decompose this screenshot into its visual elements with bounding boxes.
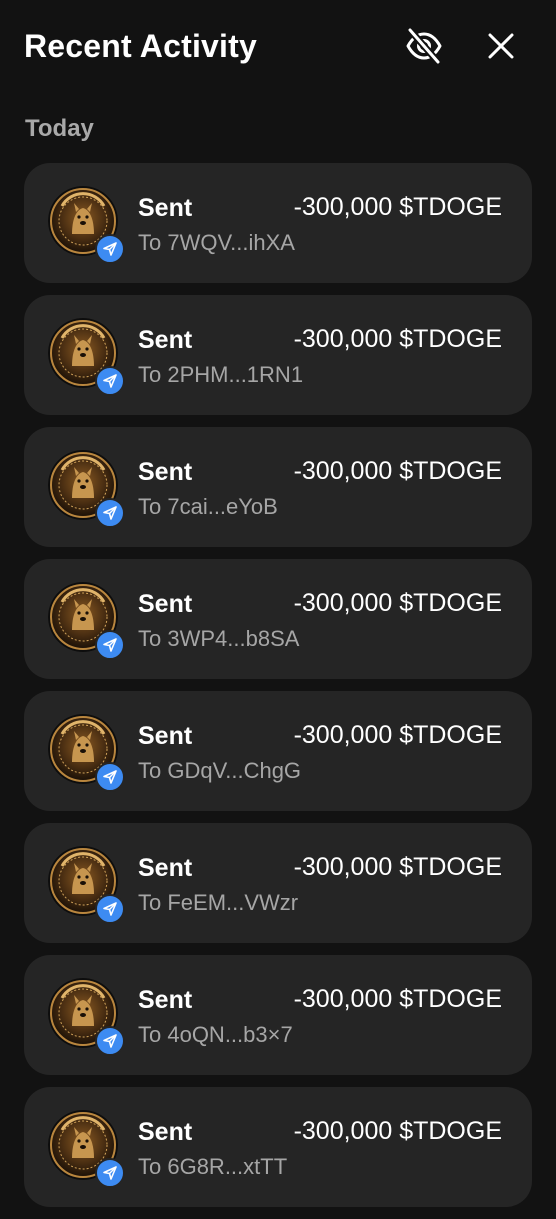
activity-item[interactable]: Sent -300,000 $TDOGE To 7WQV...ihXA	[24, 163, 532, 283]
transaction-amount: -300,000 $TDOGE	[293, 853, 502, 881]
recipient-address: To 4oQN...b3×7	[138, 1022, 293, 1047]
recipient-address: To 7cai...eYoB	[138, 494, 278, 519]
activity-item[interactable]: Sent -300,000 $TDOGE To 4oQN...b3×7	[24, 955, 532, 1075]
eye-off-icon	[406, 26, 442, 66]
transaction-amount: -300,000 $TDOGE	[293, 721, 502, 749]
recipient-address: To FeEM...VWzr	[138, 890, 299, 915]
recipient-address: To 2PHM...1RN1	[138, 362, 304, 387]
activity-item[interactable]: Sent -300,000 $TDOGE To 2PHM...1RN1	[24, 295, 532, 415]
transaction-type: Sent	[138, 986, 193, 1014]
transaction-amount: -300,000 $TDOGE	[293, 193, 502, 221]
transaction-type: Sent	[138, 1118, 193, 1146]
activity-item[interactable]: Sent -300,000 $TDOGE To GDqV...ChgG	[24, 691, 532, 811]
recipient-address: To 3WP4...b8SA	[138, 626, 300, 651]
transaction-type: Sent	[138, 458, 193, 486]
transaction-type: Sent	[138, 194, 193, 222]
transaction-amount: -300,000 $TDOGE	[293, 325, 502, 353]
transaction-amount: -300,000 $TDOGE	[293, 985, 502, 1013]
header: Recent Activity	[0, 0, 556, 96]
transaction-type: Sent	[138, 326, 193, 354]
paper-plane-icon	[103, 1166, 117, 1180]
send-badge	[95, 630, 125, 660]
send-badge	[95, 894, 125, 924]
activity-list: Sent -300,000 $TDOGE To 7WQV...ihXA Sent…	[24, 163, 532, 1219]
activity-item[interactable]: Sent -300,000 $TDOGE To 7cai...eYoB	[24, 427, 532, 547]
paper-plane-icon	[103, 506, 117, 520]
activity-item[interactable]: Sent -300,000 $TDOGE To 6G8R...xtTT	[24, 1087, 532, 1207]
transaction-amount: -300,000 $TDOGE	[293, 457, 502, 485]
recipient-address: To 7WQV...ihXA	[138, 230, 295, 255]
transaction-type: Sent	[138, 590, 193, 618]
transaction-amount: -300,000 $TDOGE	[293, 589, 502, 617]
transaction-type: Sent	[138, 854, 193, 882]
hide-balance-button[interactable]	[402, 24, 446, 68]
send-badge	[95, 1026, 125, 1056]
activity-item[interactable]: Sent -300,000 $TDOGE To 3WP4...b8SA	[24, 559, 532, 679]
send-badge	[95, 498, 125, 528]
close-button[interactable]	[479, 24, 523, 68]
recipient-address: To GDqV...ChgG	[138, 758, 302, 783]
transaction-amount: -300,000 $TDOGE	[293, 1117, 502, 1145]
paper-plane-icon	[103, 902, 117, 916]
paper-plane-icon	[103, 770, 117, 784]
paper-plane-icon	[103, 638, 117, 652]
paper-plane-icon	[103, 242, 117, 256]
page-title: Recent Activity	[24, 28, 257, 64]
recipient-address: To 6G8R...xtTT	[138, 1154, 288, 1179]
transaction-type: Sent	[138, 722, 193, 750]
paper-plane-icon	[103, 1034, 117, 1048]
send-badge	[95, 1158, 125, 1188]
send-badge	[95, 762, 125, 792]
send-badge	[95, 366, 125, 396]
section-label-today: Today	[25, 115, 94, 142]
paper-plane-icon	[103, 374, 117, 388]
activity-item[interactable]: Sent -300,000 $TDOGE To FeEM...VWzr	[24, 823, 532, 943]
close-icon	[488, 33, 514, 59]
send-badge	[95, 234, 125, 264]
